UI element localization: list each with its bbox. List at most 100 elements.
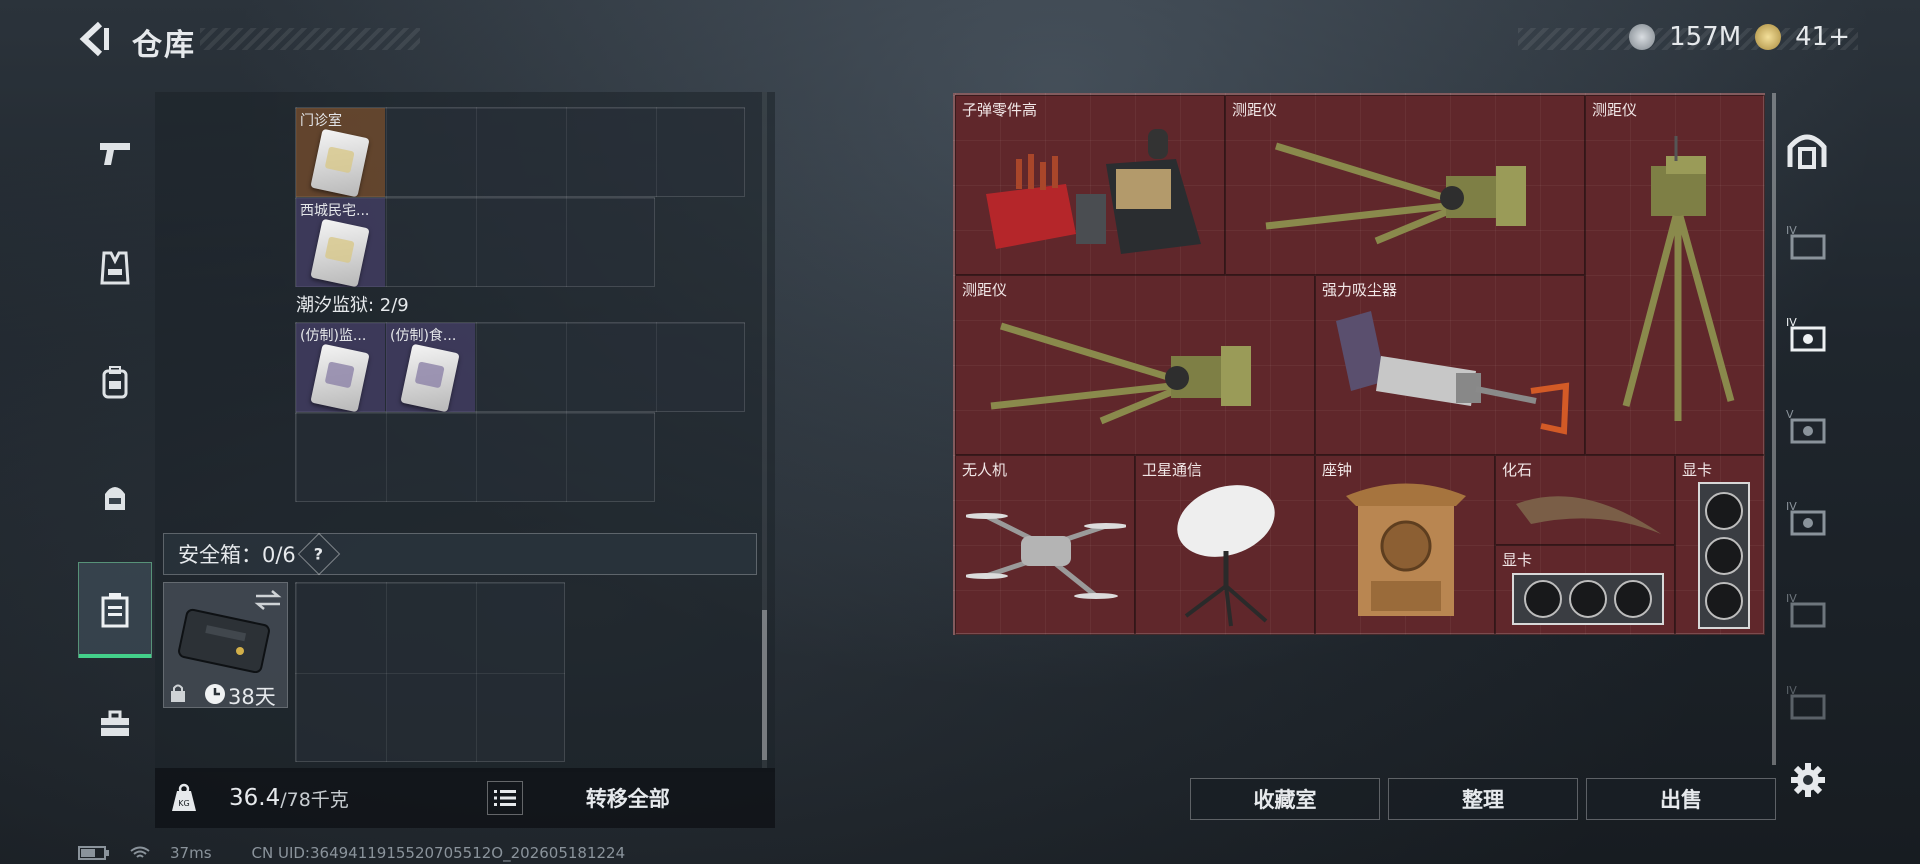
bottom-bar: KG 36.4 /78千克 转移全部 <box>155 768 775 828</box>
nav-case-6[interactable]: IV <box>1772 652 1842 752</box>
nav-safebox[interactable] <box>78 562 152 658</box>
swap-icon[interactable] <box>254 589 282 611</box>
silver-amount: 157M <box>1669 22 1742 52</box>
nav-case-5[interactable]: IV <box>1772 560 1842 660</box>
item-label: (仿制)监... <box>300 328 367 344</box>
gold-amount: 41+ <box>1795 22 1850 52</box>
item-powerful-vacuum[interactable]: 强力吸尘器 <box>1315 275 1585 455</box>
list-view-button[interactable] <box>486 781 523 815</box>
item-replica-keycard-1[interactable]: (仿制)监... <box>296 323 385 412</box>
item-label: 无人机 <box>962 461 1008 479</box>
lock-icon <box>171 684 185 702</box>
wifi-icon <box>130 846 150 858</box>
battery-icon <box>78 846 109 860</box>
sell-button[interactable]: 出售 <box>1586 778 1776 820</box>
item-drone[interactable]: 无人机 <box>955 455 1135 635</box>
collection-room-button[interactable]: 收藏室 <box>1190 778 1380 820</box>
help-icon[interactable]: ? <box>297 532 341 576</box>
clock-icon <box>205 684 225 704</box>
item-label: 测距仪 <box>1232 101 1278 119</box>
organize-button[interactable]: 整理 <box>1388 778 1578 820</box>
keycard-image <box>400 343 460 412</box>
nav-toolbox[interactable] <box>78 676 152 772</box>
fossil-claw-image <box>1516 496 1661 534</box>
item-gpu-horizontal[interactable]: 显卡 <box>1495 545 1675 635</box>
item-satellite-comm[interactable]: 卫星通信 <box>1135 455 1315 635</box>
item-rangefinder-2[interactable]: 测距仪 <box>1585 95 1765 455</box>
storage-scroll-thumb[interactable] <box>762 610 767 760</box>
drone-image <box>966 513 1126 599</box>
gold-coin-icon <box>1755 24 1782 50</box>
title-stripe <box>200 28 420 50</box>
nav-weapons[interactable] <box>78 106 152 202</box>
item-keycard-clinic[interactable]: 门诊室 <box>296 108 385 197</box>
safebox-header: 安全箱：0/6 ? <box>163 532 757 576</box>
nav-backpack[interactable] <box>78 334 152 430</box>
tier-iv-case-icon: IV <box>1786 316 1826 352</box>
tier-iv-case-icon: IV <box>1786 500 1826 536</box>
keycard-image <box>310 128 370 197</box>
rangefinder-image <box>1265 142 1526 245</box>
item-keycard-west-residence[interactable]: 西城民宅... <box>296 198 385 287</box>
transfer-all-button[interactable]: 转移全部 <box>553 778 703 818</box>
right-collection-nav: IV IV V IV IV IV <box>1772 100 1842 810</box>
nav-case-1[interactable]: IV <box>1772 192 1842 292</box>
nav-case-4[interactable]: IV <box>1772 468 1842 568</box>
safebox-capacity: 安全箱：0/6 <box>178 543 296 567</box>
settings-gear-icon[interactable] <box>1790 762 1826 802</box>
silver-coin-icon <box>1629 24 1656 50</box>
weight-max: /78千克 <box>280 788 349 811</box>
item-label: 测距仪 <box>1592 101 1638 119</box>
safebox-container[interactable]: 38天 <box>163 582 288 709</box>
item-label: 卫星通信 <box>1142 461 1203 479</box>
nav-chest-rig[interactable] <box>78 448 152 544</box>
nav-vault[interactable] <box>1772 100 1842 200</box>
tier-iv-case-icon: IV <box>1786 684 1826 720</box>
gpu-image <box>1698 482 1750 629</box>
safebox-duration: 38天 <box>228 685 276 709</box>
vault-door-icon <box>1787 134 1827 169</box>
svg-text:KG: KG <box>178 799 189 808</box>
item-label: (仿制)食... <box>390 328 457 344</box>
item-rangefinder-3[interactable]: 测距仪 <box>955 275 1315 455</box>
tier-iv-case-icon: IV <box>1786 592 1826 628</box>
left-category-nav <box>78 88 152 806</box>
status-bar: 37ms CN UID:3649411915520705512O_2026051… <box>78 844 625 862</box>
item-gpu-vertical[interactable]: 显卡 <box>1675 455 1765 635</box>
back-arrow-icon[interactable] <box>78 20 112 58</box>
item-fossil[interactable]: 化石 <box>1495 455 1675 545</box>
page-title: 仓库 <box>132 28 196 63</box>
item-rangefinder-1[interactable]: 测距仪 <box>1225 95 1585 275</box>
nav-case-3[interactable]: V <box>1772 376 1842 476</box>
item-label: 西城民宅... <box>300 203 370 219</box>
help-mark: ? <box>314 544 324 564</box>
item-ammo-parts-high[interactable]: 子弹零件高 <box>955 95 1225 275</box>
pistol-icon <box>100 143 130 165</box>
case-image <box>178 608 270 673</box>
backpack-icon <box>102 366 128 399</box>
item-label: 显卡 <box>1682 461 1713 479</box>
helmet-bag-icon <box>105 487 125 510</box>
weight-current: 36.4 <box>229 785 281 811</box>
keycard-image <box>310 343 370 412</box>
keycard-image <box>310 218 370 287</box>
rangefinder-tripod-image <box>1622 136 1735 421</box>
vest-icon <box>100 251 130 285</box>
satellite-dish-image <box>1177 485 1275 627</box>
item-label: 测距仪 <box>962 281 1008 299</box>
storage-grid-row-4 <box>295 412 655 502</box>
tier-iv-case-icon: IV <box>1786 224 1826 260</box>
item-label: 强力吸尘器 <box>1322 281 1398 299</box>
clock-image <box>1346 483 1466 616</box>
nav-case-2[interactable]: IV <box>1772 284 1842 384</box>
gpu-image <box>1512 573 1664 625</box>
nav-armor[interactable] <box>78 220 152 316</box>
collection-grid: 子弹零件高 测距仪 测距仪 测距仪 强力吸尘器 无人机 卫星通信 座钟 化石 显… <box>953 93 1765 635</box>
item-label: 子弹零件高 <box>962 101 1038 119</box>
ping-value: 37ms <box>170 844 212 862</box>
safebox-grid <box>295 582 565 762</box>
safebox-icon <box>101 593 129 628</box>
item-mantel-clock[interactable]: 座钟 <box>1315 455 1495 635</box>
tier-v-case-icon: V <box>1786 408 1826 444</box>
item-replica-keycard-2[interactable]: (仿制)食... <box>386 323 475 412</box>
